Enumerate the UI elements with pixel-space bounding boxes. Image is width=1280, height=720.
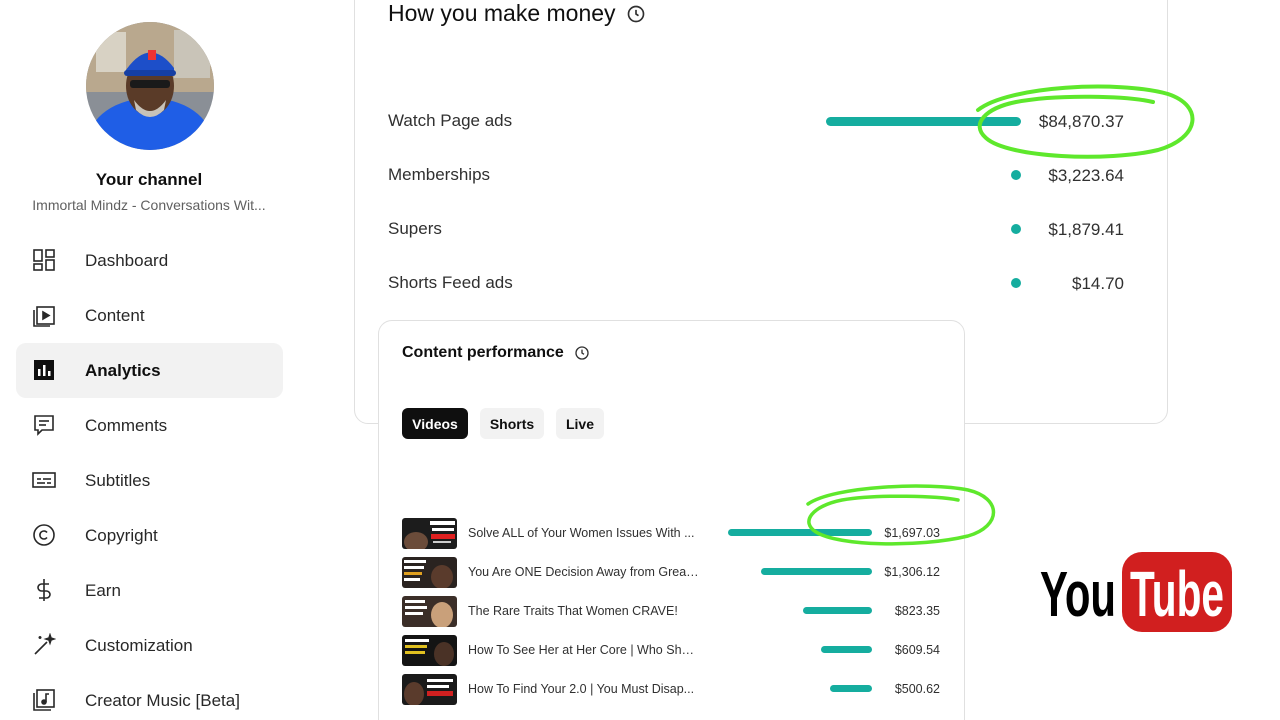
revenue-dot <box>1011 170 1021 180</box>
sidebar-item-label: Subtitles <box>85 470 151 490</box>
video-title[interactable]: The Rare Traits That Women CRAVE! <box>468 604 700 618</box>
video-revenue-value: $823.35 <box>894 604 940 618</box>
youtube-logo: You Tube <box>1038 550 1234 634</box>
video-revenue-bar <box>728 529 872 536</box>
revenue-row-value: $14.70 <box>1072 274 1124 293</box>
clock-icon[interactable] <box>626 4 646 24</box>
video-row[interactable]: The Rare Traits That Women CRAVE! $823.3… <box>402 596 942 628</box>
video-row[interactable]: How To Find Your 2.0 | You Must Disap...… <box>402 674 942 706</box>
video-revenue-bar <box>761 568 872 575</box>
copyright-icon <box>33 524 55 546</box>
analytics-icon <box>34 360 54 380</box>
youtube-logo-tube: Tube <box>1130 558 1224 630</box>
video-thumbnail[interactable] <box>402 674 457 705</box>
subtitles-icon <box>32 472 56 488</box>
sidebar-item-label: Copyright <box>85 525 158 545</box>
video-revenue-value: $500.62 <box>894 682 940 696</box>
clock-icon[interactable] <box>574 345 590 361</box>
video-row[interactable]: Solve ALL of Your Women Issues With ... … <box>402 518 942 550</box>
video-thumbnail[interactable] <box>402 635 457 666</box>
channel-title: Your channel <box>95 170 203 189</box>
sidebar-item-label: Customization <box>85 635 193 655</box>
video-title[interactable]: How To Find Your 2.0 | You Must Disap... <box>468 682 700 696</box>
sidebar-item-dashboard[interactable]: Dashboard <box>16 233 283 288</box>
revenue-row-label: Supers <box>388 219 442 238</box>
revenue-row-value: $1,879.41 <box>1048 220 1124 239</box>
video-thumbnail[interactable] <box>402 596 457 627</box>
tab-live[interactable]: Live <box>556 408 604 439</box>
sidebar-item-label: Dashboard <box>85 250 169 270</box>
revenue-title-text: How you make money <box>388 0 616 26</box>
sidebar-item-copyright[interactable]: Copyright <box>16 508 283 563</box>
comments-icon <box>34 415 54 436</box>
channel-avatar[interactable] <box>86 22 214 150</box>
video-revenue-bar <box>821 646 872 653</box>
earn-icon <box>37 579 51 601</box>
content-icon <box>33 306 55 327</box>
sidebar-item-content[interactable]: Content <box>16 288 283 343</box>
revenue-dot <box>1011 224 1021 234</box>
revenue-dot <box>1011 278 1021 288</box>
video-revenue-value: $609.54 <box>894 643 940 657</box>
revenue-bar <box>826 117 1021 126</box>
sidebar-item-earn[interactable]: Earn <box>16 563 283 618</box>
sidebar-item-label: Analytics <box>85 360 161 380</box>
sidebar-item-label: Creator Music [Beta] <box>85 690 240 710</box>
video-revenue-value: $1,306.12 <box>884 565 940 579</box>
youtube-logo-you: You <box>1040 558 1116 630</box>
sidebar-item-subtitles[interactable]: Subtitles <box>16 453 283 508</box>
video-row[interactable]: You Are ONE Decision Away from Great... … <box>402 557 942 589</box>
content-performance-title-text: Content performance <box>402 344 564 361</box>
sidebar-item-label: Comments <box>85 415 168 435</box>
revenue-row-value: $84,870.37 <box>1038 112 1124 131</box>
video-thumbnail[interactable] <box>402 557 457 588</box>
revenue-row-label: Shorts Feed ads <box>388 273 513 292</box>
sidebar-item-label: Earn <box>85 580 121 600</box>
sidebar: Your channel Immortal Mindz - Conversati… <box>0 0 300 720</box>
revenue-row-label: Watch Page ads <box>388 111 513 130</box>
revenue-card-title: How you make money <box>388 0 646 27</box>
creator-music-icon <box>33 689 55 711</box>
sidebar-item-customization[interactable]: Customization <box>16 618 283 673</box>
tab-shorts[interactable]: Shorts <box>480 408 544 439</box>
video-row[interactable]: How To See Her at Her Core | Who She ...… <box>402 635 942 667</box>
revenue-row-label: Memberships <box>388 165 491 184</box>
sidebar-item-comments[interactable]: Comments <box>16 398 283 453</box>
revenue-row-value: $3,223.64 <box>1048 166 1124 185</box>
video-revenue-bar <box>803 607 872 614</box>
video-revenue-value: $1,697.03 <box>884 526 940 540</box>
video-revenue-bar <box>830 685 872 692</box>
video-title[interactable]: Solve ALL of Your Women Issues With ... <box>468 526 700 540</box>
channel-name[interactable]: Immortal Mindz - Conversations Wit... <box>0 197 298 213</box>
sidebar-item-label: Content <box>85 305 145 325</box>
tab-videos[interactable]: Videos <box>402 408 468 439</box>
sidebar-item-creator-music[interactable]: Creator Music [Beta] <box>16 673 283 720</box>
customization-icon <box>34 633 56 655</box>
sidebar-item-analytics[interactable]: Analytics <box>16 343 283 398</box>
video-title[interactable]: How To See Her at Her Core | Who She ... <box>468 643 700 657</box>
content-performance-title: Content performance <box>402 344 590 362</box>
video-thumbnail[interactable] <box>402 518 457 549</box>
video-title[interactable]: You Are ONE Decision Away from Great... <box>468 565 700 579</box>
dashboard-icon <box>33 249 55 271</box>
